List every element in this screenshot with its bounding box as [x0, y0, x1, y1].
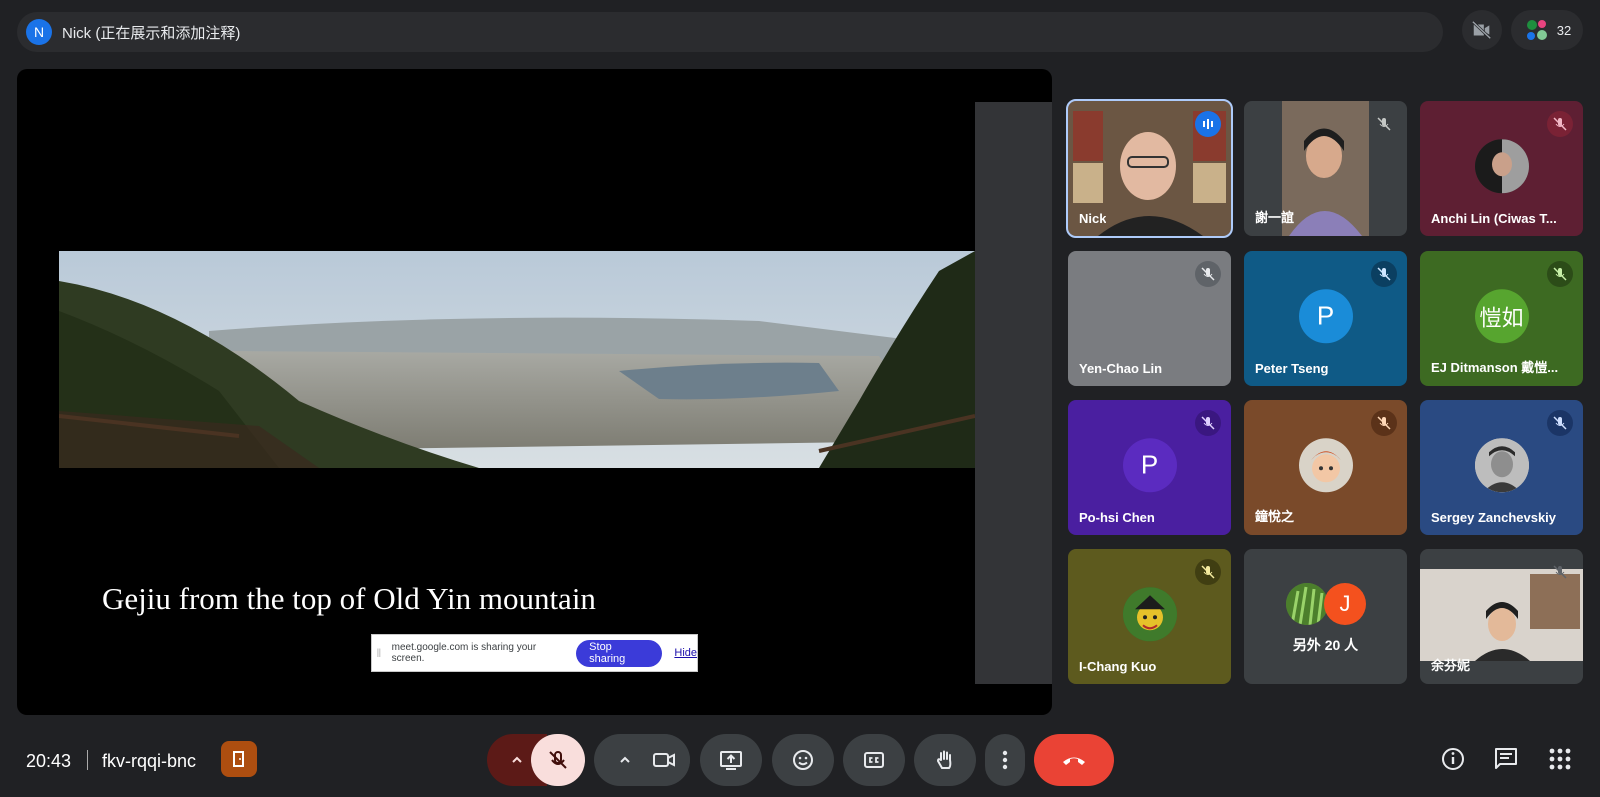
avatar: 愷如 — [1474, 288, 1529, 343]
mic-off-icon — [1371, 410, 1397, 436]
others-avatar-j: J — [1324, 583, 1366, 625]
participant-name: Sergey Zanchevskiy — [1431, 510, 1557, 525]
avatar — [1474, 138, 1529, 193]
mic-off-icon — [1195, 559, 1221, 585]
chat-icon — [1495, 748, 1517, 769]
meeting-code: fkv-rqqi-bnc — [102, 751, 197, 771]
more-options-button[interactable] — [985, 734, 1025, 786]
hide-notice-link[interactable]: Hide — [674, 647, 697, 659]
mic-off-icon — [1195, 261, 1221, 287]
participant-name: 鐘悅之 — [1255, 509, 1295, 524]
video-off-icon — [1471, 20, 1492, 40]
apps-grid-icon — [1549, 748, 1571, 770]
participants-button[interactable]: 32 — [1511, 10, 1583, 50]
door-icon — [233, 751, 244, 767]
participant-name: Anchi Lin (Ciwas T... — [1431, 211, 1557, 226]
participant-name: Peter Tseng — [1255, 361, 1329, 376]
presenter-label: Nick (正在展示和添加注释) — [62, 24, 241, 42]
leave-call-button[interactable] — [1034, 734, 1114, 786]
mic-off-icon — [549, 751, 567, 769]
meeting-clock: 20:43 — [26, 751, 72, 771]
captions-button[interactable] — [843, 734, 905, 786]
mic-off-icon — [1547, 559, 1573, 585]
more-vert-icon — [1002, 750, 1008, 770]
avatar — [1122, 586, 1177, 641]
participant-tile[interactable]: Anchi Lin (Ciwas T... — [1420, 101, 1583, 236]
mic-toggle-button[interactable] — [531, 734, 585, 786]
closed-captions-icon — [864, 752, 884, 768]
avatar — [1298, 437, 1353, 492]
speaking-indicator-icon — [1195, 111, 1221, 137]
video-camera-icon — [653, 753, 675, 767]
slide-gray-region — [975, 102, 1052, 684]
hang-up-icon — [1063, 757, 1085, 765]
raise-hand-icon — [936, 750, 952, 769]
raise-hand-button[interactable] — [914, 734, 976, 786]
participant-name: EJ Ditmanson 戴愷... — [1431, 360, 1559, 375]
mic-off-icon — [1547, 410, 1573, 436]
mic-off-icon — [1547, 111, 1573, 137]
camera-toggle-button[interactable] — [638, 734, 690, 786]
others-count-label: 另外 20 人 — [1292, 637, 1359, 653]
chevron-up-icon — [512, 756, 522, 763]
hide-video-button[interactable] — [1462, 10, 1502, 50]
avatar — [1474, 437, 1529, 492]
share-notice-text: meet.google.com is sharing your screen. — [391, 642, 537, 664]
meeting-details-button[interactable] — [1439, 745, 1467, 773]
screen-share-notice: ‖ meet.google.com is sharing your screen… — [371, 634, 698, 672]
host-controls-button[interactable] — [221, 741, 257, 777]
avatar: P — [1298, 288, 1353, 343]
participant-name: 余芬妮 — [1431, 658, 1471, 673]
participant-name: 謝一誼 — [1255, 210, 1295, 225]
others-avatar-green — [1286, 583, 1328, 625]
present-screen-button[interactable] — [700, 734, 762, 786]
stop-sharing-button[interactable]: Stop sharing — [576, 639, 663, 667]
participant-name: Yen-Chao Lin — [1079, 361, 1163, 376]
participant-tile[interactable]: P Po-hsi Chen — [1068, 400, 1231, 535]
participant-tile[interactable]: 余芬妮 — [1420, 549, 1583, 684]
info-icon — [1442, 748, 1464, 770]
chat-button[interactable] — [1492, 745, 1520, 773]
others-tile[interactable]: J 另外 20 人 — [1244, 549, 1407, 684]
present-screen-icon — [720, 751, 742, 770]
mic-off-icon — [1547, 261, 1573, 287]
meeting-controls-bar: 20:43 fkv-rqqi-bnc — [0, 715, 1600, 797]
presenter-bar[interactable]: N Nick (正在展示和添加注释) — [17, 12, 1443, 52]
separator — [87, 750, 88, 770]
participant-tile[interactable]: Nick — [1066, 99, 1233, 238]
drag-handle-icon[interactable]: ‖ — [372, 646, 386, 660]
panorama-photo — [59, 251, 975, 468]
mic-off-icon — [1195, 410, 1221, 436]
participants-avatars-icon — [1526, 20, 1547, 40]
emoji-icon — [793, 750, 813, 770]
participant-tile[interactable]: 鐘悅之 — [1244, 400, 1407, 535]
participant-tile[interactable]: 謝一誼 — [1244, 101, 1407, 236]
participant-tile[interactable]: Yen-Chao Lin — [1068, 251, 1231, 386]
participant-tile[interactable]: Sergey Zanchevskiy — [1420, 400, 1583, 535]
chevron-up-icon — [620, 756, 630, 763]
presentation-stage: Gejiu from the top of Old Yin mountain ‖… — [17, 69, 1052, 715]
slide-caption: Gejiu from the top of Old Yin mountain — [102, 581, 596, 616]
participant-tile[interactable]: P Peter Tseng — [1244, 251, 1407, 386]
reactions-button[interactable] — [772, 734, 834, 786]
avatar: P — [1122, 437, 1177, 492]
participant-tile[interactable]: 愷如 EJ Ditmanson 戴愷... — [1420, 251, 1583, 386]
presenter-avatar: N — [26, 19, 52, 45]
participant-tile[interactable]: I-Chang Kuo — [1068, 549, 1231, 684]
mic-off-icon — [1371, 261, 1397, 287]
participant-name: Nick — [1079, 211, 1107, 226]
participant-name: Po-hsi Chen — [1079, 510, 1155, 525]
mic-off-icon — [1371, 111, 1397, 137]
participant-count: 32 — [1556, 22, 1572, 38]
activities-button[interactable] — [1546, 745, 1574, 773]
participant-name: I-Chang Kuo — [1079, 659, 1157, 674]
